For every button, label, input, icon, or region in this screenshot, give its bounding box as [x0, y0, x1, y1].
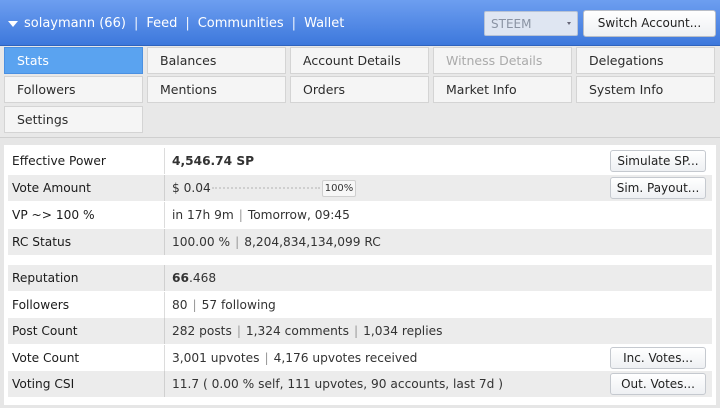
column-divider [164, 175, 165, 201]
followers-value: 80 | 57 following [172, 298, 276, 312]
top-bar: solaymann (66) | Feed | Communities | Wa… [0, 0, 720, 46]
voting-csi-value: 11.7 ( 0.00 % self, 111 upvotes, 90 acco… [172, 377, 504, 391]
stat-row-vote-amount: Vote Amount $ 0.04 100% Sim. Payout... [8, 175, 712, 201]
account-name[interactable]: solaymann (66) [24, 16, 126, 31]
value-separator: | [238, 208, 243, 222]
stat-label: Post Count [12, 324, 78, 338]
stat-row-rc-status: RC Status 100.00 % | 8,204,834,134,099 RC [8, 229, 712, 255]
stat-row-effective-power: Effective Power 4,546.74 SP Simulate SP.… [8, 148, 712, 174]
vp-time: in 17h 9m [172, 208, 234, 222]
chain-select-value: STEEM [491, 17, 532, 31]
column-divider [164, 318, 165, 344]
stat-row-vote-count: Vote Count 3,001 upvotes | 4,176 upvotes r… [8, 345, 712, 371]
reputation-value: 66.468 [172, 271, 216, 285]
upvotes-received: 4,176 upvotes received [273, 351, 418, 365]
out-votes-button[interactable]: Out. Votes... [610, 373, 706, 395]
caret-down-icon[interactable] [8, 21, 18, 27]
switch-account-button[interactable]: Switch Account... [583, 10, 716, 37]
reputation-dec: .468 [188, 271, 217, 285]
slider-percent[interactable]: 100% [322, 180, 356, 197]
stat-label: RC Status [12, 235, 72, 249]
tab-account-details[interactable]: Account Details [290, 47, 429, 74]
nav-separator: | [133, 16, 139, 31]
inc-votes-button[interactable]: Inc. Votes... [610, 347, 706, 369]
column-divider [164, 371, 165, 397]
value-separator: | [236, 324, 241, 338]
stat-label: Followers [12, 298, 70, 312]
stat-row-vp: VP ~> 100 % in 17h 9m | Tomorrow, 09:45 [8, 202, 712, 228]
tab-delegations[interactable]: Delegations [576, 47, 715, 74]
stat-row-followers: Followers 80 | 57 following [8, 292, 712, 318]
vp-value: in 17h 9m | Tomorrow, 09:45 [172, 208, 350, 222]
vote-amount-value: $ 0.04 [172, 181, 211, 195]
nav-wallet[interactable]: Wallet [304, 16, 344, 31]
post-count-value: 282 posts | 1,324 comments | 1,034 replies [172, 324, 442, 338]
stat-label: Voting CSI [12, 377, 75, 391]
top-nav: solaymann (66) | Feed | Communities | Wa… [8, 16, 344, 31]
tab-system-info[interactable]: System Info [576, 76, 715, 103]
rc-amount: 8,204,834,134,099 RC [244, 235, 381, 249]
column-divider [164, 148, 165, 174]
stat-label: Effective Power [12, 154, 106, 168]
select-arrow-icon [567, 22, 571, 25]
tab-bar: Stats Balances Account Details Witness D… [0, 46, 720, 138]
value-separator: | [235, 235, 240, 249]
slider-track[interactable] [212, 187, 320, 189]
sim-payout-button[interactable]: Sim. Payout... [610, 177, 706, 199]
tab-balances[interactable]: Balances [147, 47, 286, 74]
nav-separator: | [291, 16, 297, 31]
stat-row-post-count: Post Count 282 posts | 1,324 comments | 1,03… [8, 318, 712, 344]
stat-label: Vote Amount [12, 181, 91, 195]
nav-communities[interactable]: Communities [198, 16, 284, 31]
simulate-sp-button[interactable]: Simulate SP... [610, 150, 706, 172]
replies: 1,034 replies [363, 324, 443, 338]
stat-label: VP ~> 100 % [12, 208, 95, 222]
tab-followers[interactable]: Followers [4, 76, 143, 103]
nav-feed[interactable]: Feed [146, 16, 177, 31]
value-separator: | [264, 351, 269, 365]
value-separator: | [353, 324, 359, 338]
followers-count: 80 [172, 298, 188, 312]
following-count: 57 following [201, 298, 276, 312]
vote-count-value: 3,001 upvotes | 4,176 upvotes received [172, 351, 417, 365]
vp-date: Tomorrow, 09:45 [247, 208, 350, 222]
tab-mentions[interactable]: Mentions [147, 76, 286, 103]
stat-row-reputation: Reputation 66.468 [8, 265, 712, 291]
nav-separator: | [185, 16, 190, 31]
chain-select[interactable]: STEEM [484, 11, 578, 36]
value-separator: | [192, 298, 197, 312]
rc-value: 100.00 % | 8,204,834,134,099 RC [172, 235, 381, 249]
comments: 1,324 comments [245, 324, 349, 338]
tab-orders[interactable]: Orders [290, 76, 429, 103]
upvotes: 3,001 upvotes [172, 351, 260, 365]
effective-power-value: 4,546.74 SP [172, 154, 255, 168]
posts: 282 posts [172, 324, 232, 338]
tab-stats[interactable]: Stats [4, 47, 143, 74]
tab-settings[interactable]: Settings [4, 106, 143, 133]
column-divider [164, 202, 165, 228]
reputation-int: 66 [172, 271, 189, 285]
stat-label: Vote Count [12, 351, 80, 365]
stat-label: Reputation [12, 271, 79, 285]
tab-market-info[interactable]: Market Info [433, 76, 572, 103]
column-divider [164, 345, 165, 371]
stats-panel: Effective Power 4,546.74 SP Simulate SP.… [4, 145, 716, 405]
vote-weight-slider[interactable]: 100% [212, 180, 356, 197]
rc-percent: 100.00 % [172, 235, 231, 249]
column-divider [164, 292, 165, 318]
column-divider [164, 265, 165, 291]
column-divider [164, 229, 165, 255]
tab-witness-details: Witness Details [433, 47, 572, 74]
stat-row-voting-csi: Voting CSI 11.7 ( 0.00 % self, 111 upvot… [8, 371, 712, 397]
